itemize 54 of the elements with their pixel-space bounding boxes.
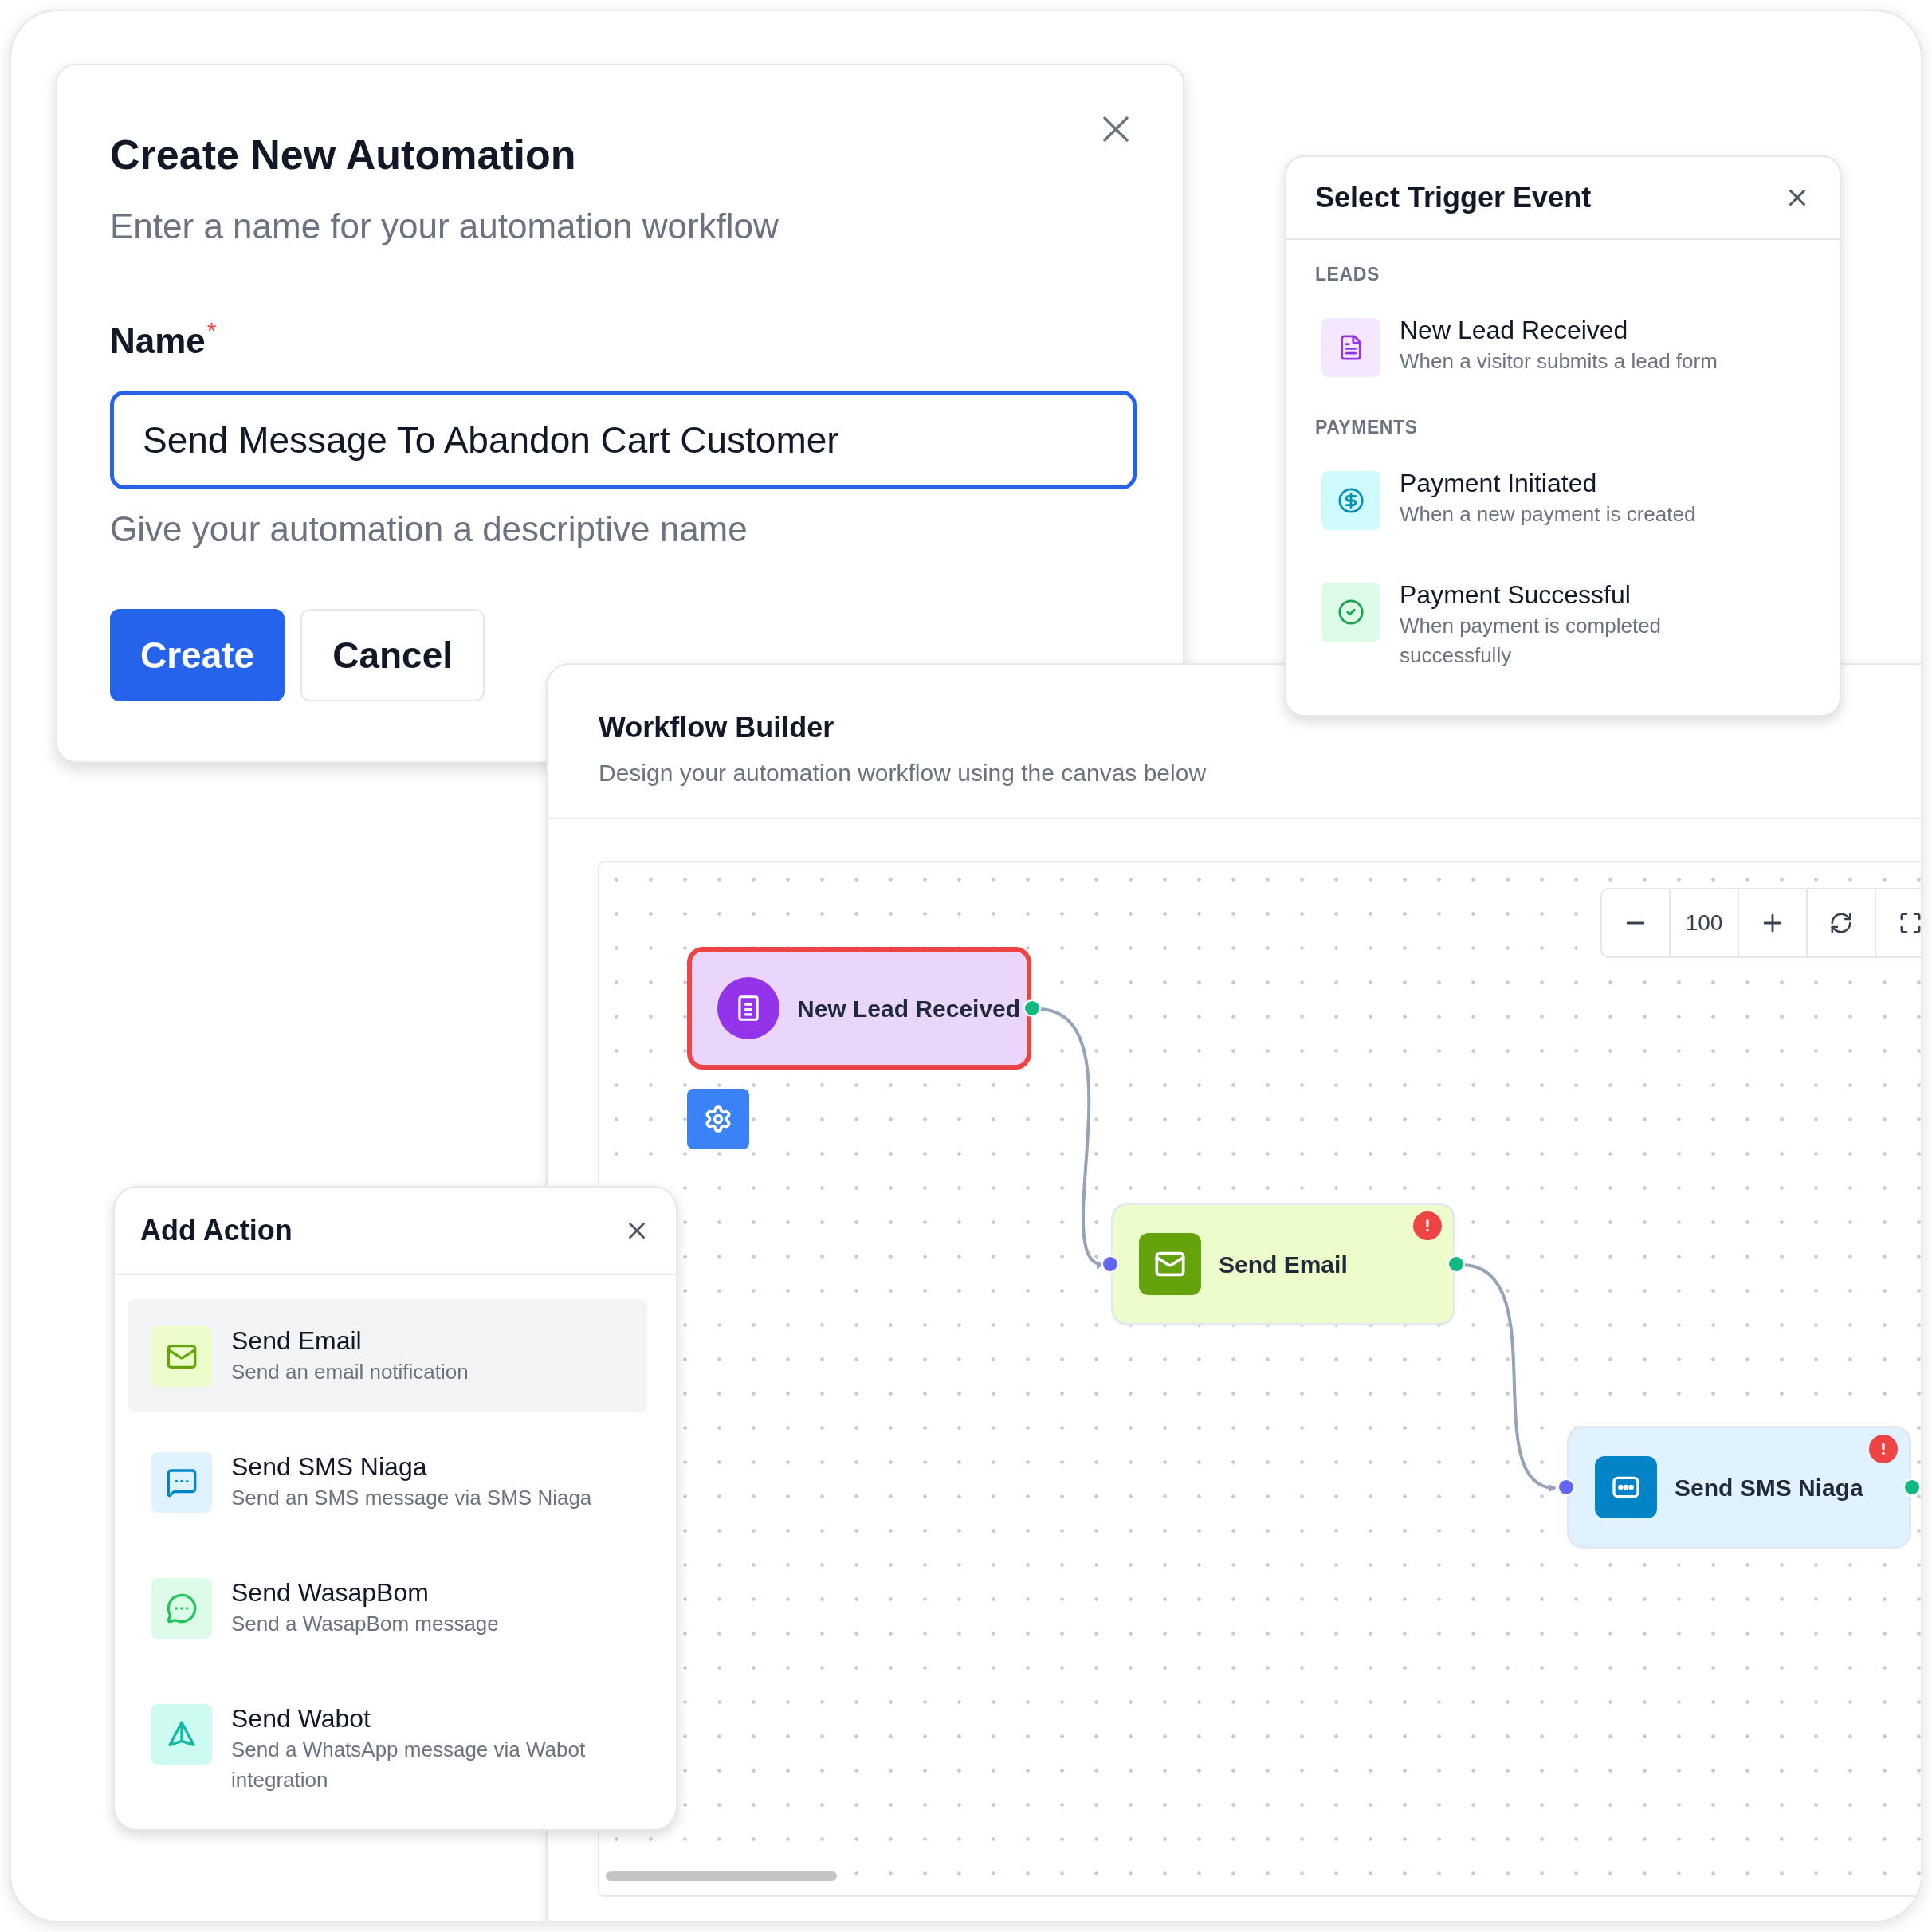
- option-description: When a visitor submits a lead form: [1400, 348, 1718, 375]
- option-description: Send a WhatsApp message via Wabot integration: [231, 1737, 587, 1793]
- workflow-title: Workflow Builder: [599, 710, 834, 745]
- workflow-node[interactable]: Send Email: [1111, 1203, 1455, 1325]
- option-title: Send SMS Niaga: [231, 1451, 428, 1482]
- settings-button[interactable]: [687, 1089, 749, 1149]
- option-description: When payment is completed successfully: [1400, 613, 1663, 669]
- dialog-subtitle: Enter a name for your automation workflow: [110, 206, 779, 247]
- gear-icon: [704, 1105, 732, 1133]
- input-handle-icon[interactable]: [1557, 1478, 1575, 1496]
- option-title: Send Email: [231, 1325, 363, 1357]
- option-description: Send a WasapBom message: [231, 1611, 500, 1637]
- chat-bubble-icon: [151, 1578, 212, 1639]
- group-heading: PAYMENTS: [1315, 416, 1418, 439]
- output-handle-icon[interactable]: [1447, 1255, 1465, 1273]
- action-option[interactable]: Send Email Send an email notification: [128, 1299, 647, 1412]
- message-icon: [1595, 1456, 1657, 1518]
- option-description: Send an email notification: [231, 1359, 469, 1385]
- dialog-title: Create New Automation: [110, 131, 576, 179]
- option-title: Payment Successful: [1400, 579, 1632, 611]
- trigger-option[interactable]: New Lead Received When a visitor submits a lead form: [1315, 313, 1811, 377]
- required-mark: *: [206, 319, 217, 343]
- cancel-button[interactable]: Cancel: [300, 609, 485, 701]
- output-handle-icon[interactable]: [1023, 999, 1041, 1017]
- trigger-option[interactable]: Payment Successful When payment is completed successfully: [1315, 578, 1811, 670]
- option-title: New Lead Received: [1400, 315, 1629, 346]
- dollar-icon: [1321, 471, 1380, 530]
- output-handle-icon[interactable]: [1903, 1478, 1921, 1496]
- node-label: New Lead Received: [797, 994, 1021, 1023]
- trigger-option[interactable]: Payment Initiated When a new payment is created: [1315, 466, 1811, 530]
- envelope-icon: [1139, 1233, 1201, 1295]
- speech-bubble-icon: [151, 1452, 212, 1513]
- group-heading: LEADS: [1315, 263, 1380, 286]
- document-icon: [1321, 318, 1380, 377]
- node-label: Send SMS Niaga: [1675, 1473, 1863, 1502]
- zoom-level: 100: [1671, 889, 1739, 956]
- option-title: Payment Initiated: [1400, 468, 1598, 499]
- workflow-node[interactable]: New Lead Received: [687, 947, 1031, 1070]
- panel-title: Add Action: [140, 1213, 293, 1248]
- option-description: Send an SMS message via SMS Niaga: [231, 1485, 593, 1511]
- option-description: When a new payment is created: [1400, 501, 1697, 528]
- name-input-field[interactable]: Send Message To Abandon Cart Customer: [110, 391, 1137, 489]
- workflow-subtitle: Design your automation workflow using the canvas below: [599, 759, 1207, 787]
- field-label: Name: [110, 320, 206, 362]
- workflow-node[interactable]: Send SMS Niaga: [1567, 1426, 1911, 1549]
- field-hint: Give your automation a descriptive name: [110, 509, 748, 550]
- horizontal-scrollbar[interactable]: [606, 1871, 837, 1881]
- option-title: Send WasapBom: [231, 1577, 430, 1608]
- panel-title: Select Trigger Event: [1315, 180, 1592, 215]
- create-button[interactable]: Create: [110, 609, 285, 701]
- option-title: Send Wabot: [231, 1703, 371, 1734]
- envelope-icon: [151, 1326, 212, 1387]
- input-handle-icon[interactable]: [1101, 1255, 1119, 1273]
- node-label: Send Email: [1219, 1250, 1348, 1279]
